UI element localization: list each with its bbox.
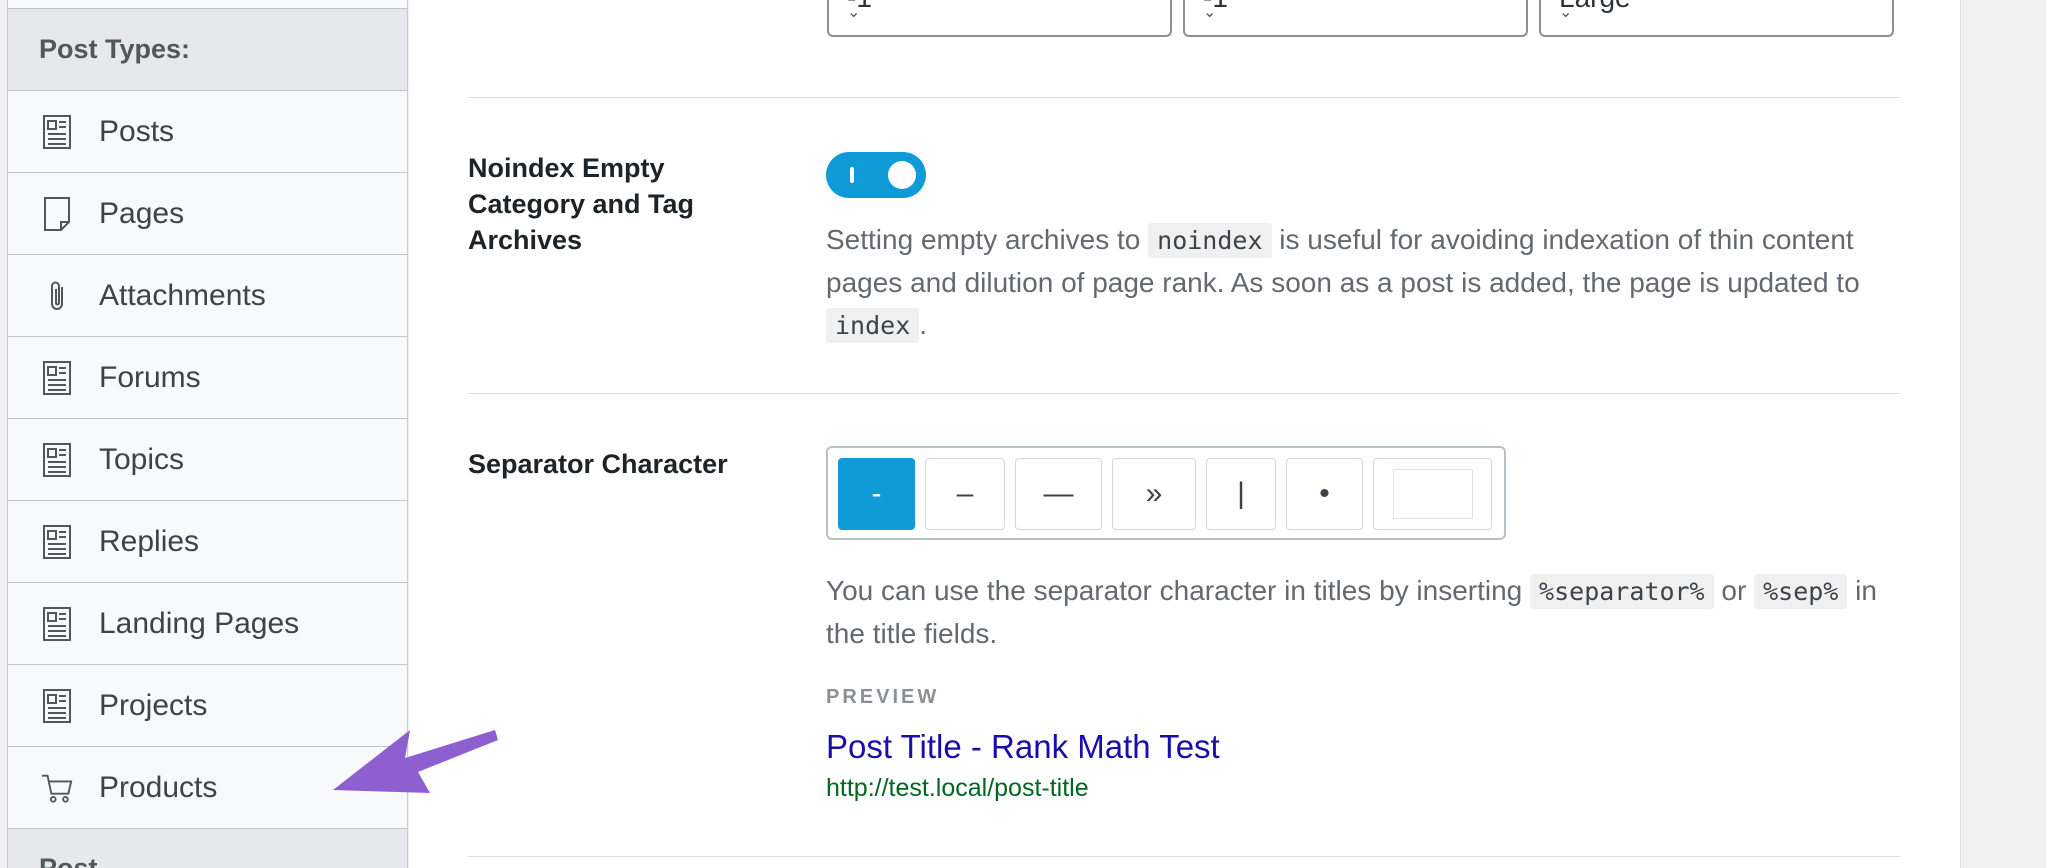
document-icon	[40, 523, 74, 561]
cart-icon	[40, 769, 74, 807]
separator-options: - – — » | •	[826, 446, 1506, 540]
code-separator: %separator%	[1530, 574, 1714, 609]
preview-url: http://test.local/post-title	[826, 774, 1089, 802]
sidebar-item-label: Projects	[99, 688, 208, 722]
sidebar-item-label: Posts	[99, 114, 175, 148]
sidebar-item-posts[interactable]: Posts	[8, 91, 407, 173]
paperclip-icon	[40, 277, 74, 315]
sidebar-item-label: Products	[99, 770, 218, 804]
code-noindex: noindex	[1148, 223, 1272, 258]
description-text: or	[1713, 575, 1755, 606]
separator-option-bullet[interactable]: •	[1286, 458, 1363, 530]
section-divider	[468, 393, 1900, 394]
sidebar-item-forums[interactable]: Forums	[8, 337, 407, 419]
sidebar-item-replies[interactable]: Replies	[8, 501, 407, 583]
top-selects-row: -1 ⌄ -1 ⌄ Large ⌄	[827, 0, 1894, 37]
document-icon	[40, 605, 74, 643]
description-text: .	[919, 309, 928, 340]
separator-option-custom[interactable]	[1373, 458, 1492, 530]
sidebar-item-label: Attachments	[99, 278, 266, 312]
document-icon	[40, 441, 74, 479]
separator-option-raquo[interactable]: »	[1112, 458, 1196, 530]
code-index: index	[826, 308, 920, 343]
right-gutter	[1962, 0, 2046, 868]
separator-option-pipe[interactable]: |	[1206, 458, 1276, 530]
separator-description: You can use the separator character in t…	[826, 570, 1906, 655]
sidebar-item-label: Landing Pages	[99, 606, 300, 640]
custom-separator-input[interactable]	[1392, 469, 1473, 519]
annotation-arrow-icon	[333, 730, 498, 793]
separator-option-hyphen[interactable]: -	[838, 458, 915, 530]
sidebar-item-attachments[interactable]: Attachments	[8, 255, 407, 337]
preview-label: PREVIEW	[826, 686, 940, 708]
document-icon	[40, 687, 74, 725]
code-sep: %sep%	[1754, 574, 1848, 609]
sidebar-heading-post: Post	[8, 829, 407, 868]
first-select[interactable]: -1 ⌄	[827, 0, 1172, 37]
separator-option-en-dash[interactable]: –	[925, 458, 1005, 530]
toggle-on-indicator	[850, 167, 854, 183]
chevron-icon: ⌄	[847, 4, 861, 21]
second-select[interactable]: -1 ⌄	[1183, 0, 1528, 37]
sidebar-heading-post-types: Post Types:	[8, 9, 407, 91]
size-select[interactable]: Large ⌄	[1539, 0, 1894, 37]
section-divider	[468, 856, 1900, 857]
sidebar-item-label: Topics	[99, 442, 185, 476]
sidebar-item-topics[interactable]: Topics	[8, 419, 407, 501]
document-icon	[40, 359, 74, 397]
section-divider	[468, 97, 1900, 98]
separator-label: Separator Character	[468, 449, 728, 479]
chevron-icon: ⌄	[1203, 4, 1217, 21]
page-icon	[40, 195, 74, 233]
noindex-label: Noindex Empty Category and Tag Archives	[468, 153, 695, 255]
sidebar-item-label: Replies	[99, 524, 200, 558]
chevron-down-icon: ⌄	[1559, 4, 1573, 21]
noindex-toggle[interactable]	[826, 152, 926, 198]
sidebar-item-label: Forums	[99, 360, 201, 394]
separator-option-em-dash[interactable]: —	[1015, 458, 1102, 530]
sidebar-item-previous[interactable]	[8, 0, 407, 9]
description-text: Setting empty archives to	[826, 224, 1149, 255]
settings-panel: -1 ⌄ -1 ⌄ Large ⌄ Noindex Empty Category…	[409, 0, 1961, 868]
noindex-description: Setting empty archives to noindex is use…	[826, 219, 1906, 347]
description-text: You can use the separator character in t…	[826, 575, 1531, 606]
document-icon	[40, 113, 74, 151]
sidebar-item-label: Pages	[99, 196, 185, 230]
sidebar-item-landing-pages[interactable]: Landing Pages	[8, 583, 407, 665]
preview-title: Post Title - Rank Math Test	[826, 728, 1220, 765]
toggle-knob	[888, 161, 916, 189]
sidebar-item-pages[interactable]: Pages	[8, 173, 407, 255]
